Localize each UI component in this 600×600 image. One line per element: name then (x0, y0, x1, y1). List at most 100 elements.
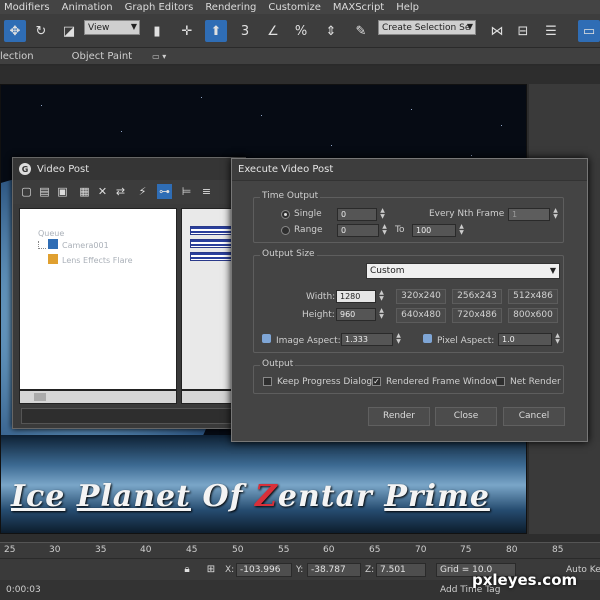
align-selected-left-icon[interactable]: ⊨ (179, 184, 194, 199)
align-icon[interactable]: ⊟ (512, 20, 534, 42)
spinner-snap-icon[interactable]: ⇕ (320, 20, 342, 42)
video-post-toolbar: ▢ ▤ ▣ ▦ ✕ ⇄ ⚡ ⊶ ⊨ ≡ (13, 180, 245, 204)
queue-scrollbar[interactable] (19, 390, 177, 404)
execute-sequence-icon[interactable]: ⚡ (135, 184, 150, 199)
scene-title-text: Ice Planet Of Zentar Prime (11, 479, 490, 514)
y-coord-field[interactable]: -38.787 (307, 563, 361, 577)
angle-snap-icon[interactable]: ∠ (262, 20, 284, 42)
layer-manager-icon[interactable]: ☰ (540, 20, 562, 42)
scale-icon[interactable]: ◪ (58, 20, 80, 42)
tick-label: 45 (186, 545, 198, 555)
rotate-icon[interactable]: ↻ (30, 20, 52, 42)
select-move-icon[interactable]: ✥ (4, 20, 26, 42)
list-item[interactable]: Lens Effects Flare (62, 256, 133, 265)
queue-label: Queue (38, 229, 65, 238)
close-button[interactable]: Close (435, 407, 497, 426)
tick-label: 30 (49, 545, 61, 555)
keyboard-shortcut-icon[interactable]: ⬆ (205, 20, 227, 42)
preset-720x486-button[interactable]: 720x486 (452, 308, 502, 323)
output-size-preset-dropdown[interactable]: Custom ▼ (366, 263, 560, 279)
cancel-button[interactable]: Cancel (503, 407, 565, 426)
list-item[interactable]: Camera001 (62, 241, 109, 250)
single-label: Single (294, 209, 322, 219)
range-from-field[interactable]: 0 ▲ ▼ (337, 224, 387, 237)
delete-event-icon[interactable]: ✕ (95, 184, 110, 199)
open-sequence-icon[interactable]: ▤ (37, 184, 52, 199)
preset-256x243-button[interactable]: 256x243 (452, 289, 502, 304)
image-aspect-lock-icon[interactable] (262, 334, 271, 343)
output-size-label: Output Size (260, 249, 317, 259)
video-post-status (21, 408, 245, 424)
preset-320x240-button[interactable]: 320x240 (396, 289, 446, 304)
video-post-titlebar[interactable]: G Video Post (13, 158, 245, 180)
align-selected-right-icon[interactable]: ≡ (199, 184, 214, 199)
named-selection-icon[interactable]: ✎ (350, 20, 372, 42)
ribbon-options-icon[interactable]: ▭ ▾ (152, 52, 166, 61)
edit-range-bar-icon[interactable]: ⊶ (157, 184, 172, 199)
dialog-title: Execute Video Post (238, 164, 334, 175)
new-sequence-icon[interactable]: ▢ (19, 184, 34, 199)
menu-item-modifiers[interactable]: Modifiers (0, 2, 58, 13)
time-output-label: Time Output (260, 191, 321, 201)
range-label: Range (294, 225, 323, 235)
filter-event-icon (48, 254, 58, 264)
menu-item-maxscript[interactable]: MAXScript (329, 2, 392, 13)
pivot-icon[interactable]: ▮ (146, 20, 168, 42)
y-label: Y: (296, 565, 304, 575)
single-radio[interactable] (281, 210, 290, 219)
graphite-toolbar-icon[interactable]: ▭ (578, 20, 600, 42)
tick-label: 60 (323, 545, 335, 555)
keep-progress-checkbox[interactable] (263, 377, 272, 386)
preset-800x600-button[interactable]: 800x600 (508, 308, 558, 323)
tick-label: 70 (415, 545, 427, 555)
x-coord-field[interactable]: -103.996 (236, 563, 292, 577)
range-to-field[interactable]: 100 ▲ ▼ (412, 224, 464, 237)
reference-coordinate-combo[interactable]: View ▼ (84, 20, 140, 35)
ribbon-tab-object-paint[interactable]: Object Paint (72, 51, 133, 62)
tick-label: 75 (460, 545, 472, 555)
z-label: Z: (365, 565, 375, 575)
swap-events-icon[interactable]: ⇄ (113, 184, 128, 199)
every-nth-frame-field[interactable]: 1 ▲ ▼ (508, 208, 558, 221)
timeline-ruler[interactable]: 25 30 35 40 45 50 55 60 65 70 75 80 85 (0, 542, 600, 558)
pixel-aspect-lock-icon[interactable] (423, 334, 432, 343)
tick-label: 80 (506, 545, 518, 555)
menu-item-rendering[interactable]: Rendering (201, 2, 264, 13)
ribbon-tab-selection[interactable]: lection (0, 51, 34, 62)
preset-512x486-button[interactable]: 512x486 (508, 289, 558, 304)
pixel-aspect-field[interactable]: 1.0 ▲ ▼ (498, 333, 560, 346)
named-selection-combo[interactable]: Create Selection Se ▼ (378, 20, 476, 35)
output-label: Output (260, 359, 296, 369)
camera-event-icon (48, 239, 58, 249)
height-field[interactable]: 960 ▲ ▼ (336, 308, 384, 321)
z-coord-field[interactable]: 7.501 (376, 563, 426, 577)
main-toolbar: ✥ ↻ ◪ View ▼ ▮ ✛ ⬆ 3 ∠ % ⇕ ✎ Create Selec… (0, 14, 600, 48)
net-render-checkbox[interactable] (496, 377, 505, 386)
menu-item-customize[interactable]: Customize (264, 2, 329, 13)
menu-item-help[interactable]: Help (392, 2, 427, 13)
snap-3d-icon[interactable]: 3 (234, 20, 256, 42)
pixel-aspect-label: Pixel Aspect: (437, 336, 495, 346)
edit-event-icon[interactable]: ▦ (77, 184, 92, 199)
image-aspect-field[interactable]: 1.333 ▲ ▼ (341, 333, 401, 346)
watermark-logo: pxleyes.com (472, 571, 578, 589)
width-field[interactable]: 1280 ▲ ▼ (336, 290, 384, 303)
menu-item-graph-editors[interactable]: Graph Editors (121, 2, 202, 13)
percent-snap-icon[interactable]: % (290, 20, 312, 42)
render-button[interactable]: Render (368, 407, 430, 426)
queue-tree[interactable]: Queue Camera001 Lens Effects Flare (19, 208, 177, 390)
single-frame-field[interactable]: 0 ▲ ▼ (337, 208, 385, 221)
keep-progress-label: Keep Progress Dialog (277, 377, 373, 387)
lock-selection-icon[interactable]: 🔒︎ (180, 561, 194, 577)
tick-label: 50 (232, 545, 244, 555)
mirror-icon[interactable]: ⋈ (486, 20, 508, 42)
range-radio[interactable] (281, 226, 290, 235)
select-manipulate-icon[interactable]: ✛ (176, 20, 198, 42)
rendered-frame-window-checkbox[interactable]: ✓ (372, 377, 381, 386)
menu-item-animation[interactable]: Animation (58, 2, 121, 13)
save-sequence-icon[interactable]: ▣ (55, 184, 70, 199)
tick-label: 85 (552, 545, 564, 555)
absolute-mode-icon[interactable]: ⊞ (204, 561, 218, 577)
dialog-titlebar[interactable]: Execute Video Post (232, 159, 587, 181)
preset-640x480-button[interactable]: 640x480 (396, 308, 446, 323)
